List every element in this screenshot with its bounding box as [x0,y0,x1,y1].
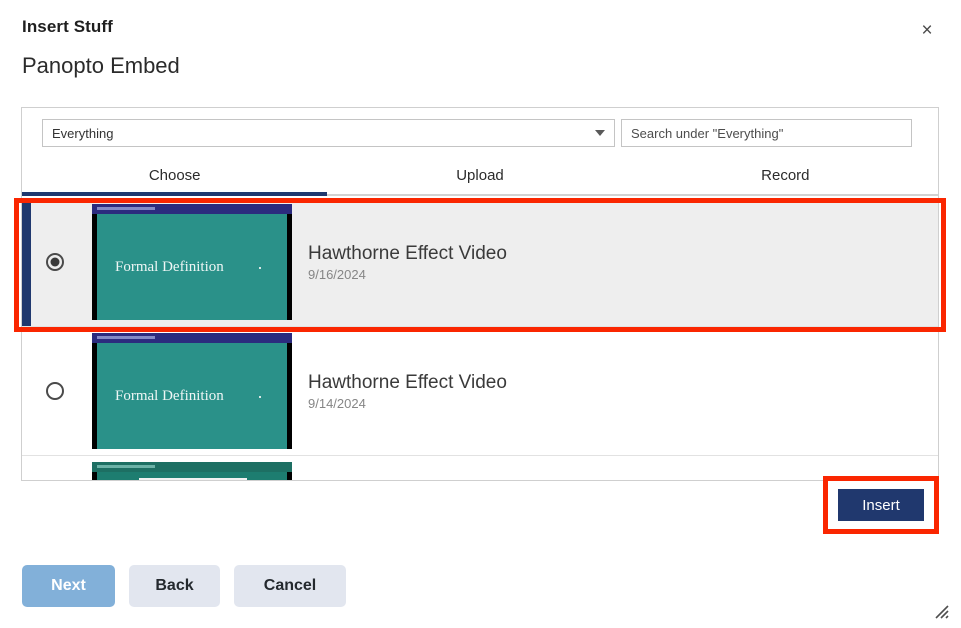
thumbnail-slide-text: Formal Definition [115,387,224,404]
dialog-title: Insert Stuff [22,17,113,36]
thumbnail-cursor-dot [259,396,261,398]
list-item[interactable]: Formal Definition Hawthorne Effect Video… [22,327,938,456]
result-title: Hawthorne Effect Video [308,242,507,264]
dialog-footer: Next Back Cancel [22,565,346,607]
result-date: 9/14/2024 [308,396,366,412]
thumbnail-screenshare [97,472,287,480]
tab-upload-label: Upload [456,167,504,184]
video-thumbnail[interactable] [92,462,292,480]
tab-record[interactable]: Record [633,160,938,194]
thumbnail-cursor-dot [259,267,261,269]
thumbnail-titlebar [92,204,292,214]
search-input[interactable] [621,119,912,147]
thumbnail-titlebar [92,462,292,472]
list-item[interactable] [22,456,938,480]
tab-record-label: Record [761,167,810,184]
tab-upload[interactable]: Upload [327,160,632,194]
video-thumbnail[interactable]: Formal Definition [92,204,292,320]
selected-row-accent-bar [22,198,31,326]
thumbnail-slide: Formal Definition [97,343,287,449]
results-list[interactable]: Formal Definition Hawthorne Effect Video… [22,198,938,480]
cancel-button[interactable]: Cancel [234,565,346,607]
scope-select[interactable]: Everything [42,119,615,147]
chevron-down-icon [595,130,605,136]
back-button[interactable]: Back [129,565,220,607]
filter-row: Everything [42,119,918,147]
dialog-subtitle: Panopto Embed [22,53,180,78]
result-meta: Hawthorne Effect Video 9/16/2024 [308,242,507,283]
result-meta: Hawthorne Effect Video 9/14/2024 [308,371,507,412]
thumbnail-slide: Formal Definition [97,214,287,320]
close-icon[interactable]: × [913,16,941,44]
panopto-picker-panel: Everything Choose Upload Record [21,107,939,481]
tab-choose[interactable]: Choose [22,160,328,196]
result-title: Hawthorne Effect Video [308,371,507,393]
scope-select-value: Everything [52,125,114,141]
thumbnail-titlebar [92,333,292,343]
thumbnail-document [139,478,247,480]
result-date: 9/16/2024 [308,267,366,283]
list-item[interactable]: Formal Definition Hawthorne Effect Video… [22,198,938,327]
resize-handle-icon[interactable] [933,603,949,619]
thumbnail-slide-text: Formal Definition [115,258,224,275]
insert-button[interactable]: Insert [838,489,924,521]
insert-stuff-dialog: Insert Stuff Panopto Embed × Everything … [0,0,961,628]
result-radio-button[interactable] [46,382,64,400]
next-button[interactable]: Next [22,565,115,607]
tab-choose-label: Choose [148,167,201,184]
picker-tabs: Choose Upload Record [22,160,938,196]
result-radio-button[interactable] [46,253,64,271]
video-thumbnail[interactable]: Formal Definition [92,333,292,449]
